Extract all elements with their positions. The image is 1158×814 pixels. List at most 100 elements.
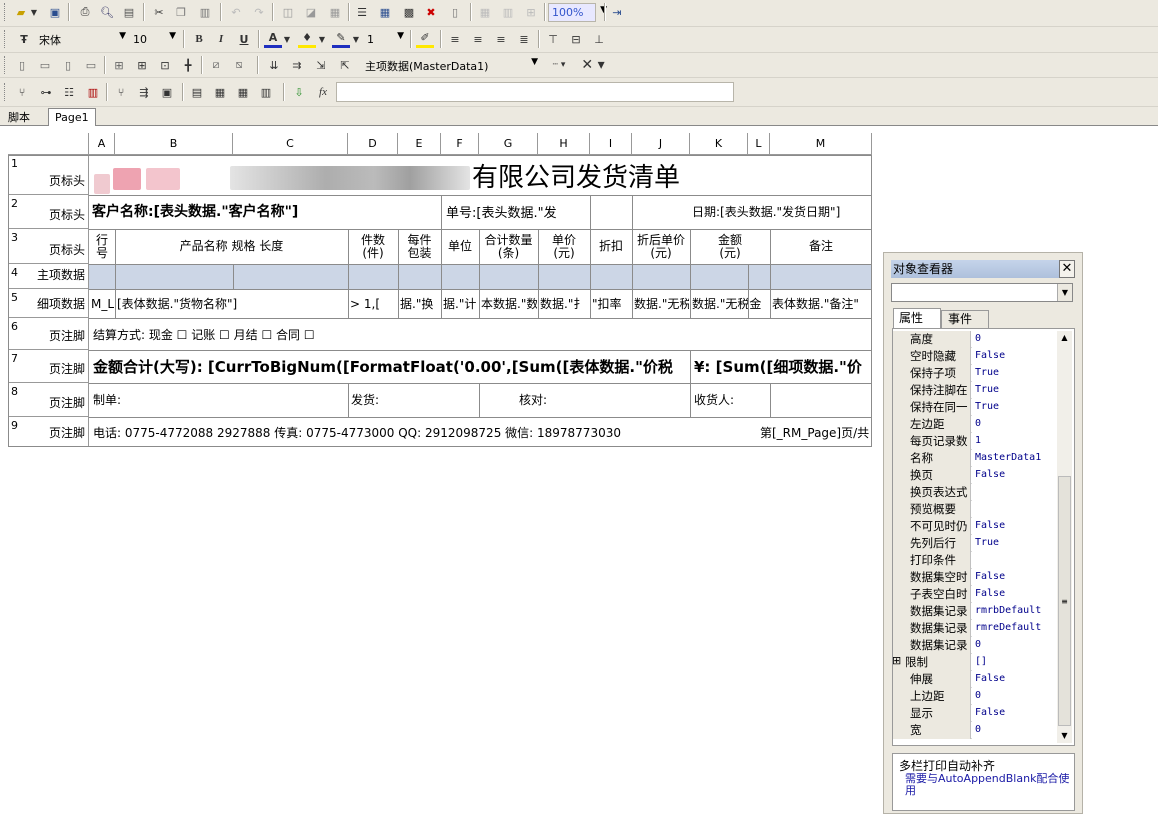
- property-value[interactable]: False: [972, 518, 1057, 535]
- property-row[interactable]: 预览概要: [893, 501, 1057, 518]
- column-header[interactable]: I: [590, 133, 632, 155]
- amount-big-field[interactable]: 金额合计(大写): [CurrToBigNum([FormatFloat('0.…: [93, 350, 690, 382]
- property-row[interactable]: 伸展 False: [893, 671, 1057, 688]
- tool-band-icon[interactable]: ⑂: [13, 83, 31, 101]
- property-value[interactable]: 0: [972, 416, 1057, 433]
- tool-subreport-icon[interactable]: ▥: [257, 83, 275, 101]
- expression-input[interactable]: [336, 82, 734, 102]
- fill-color-icon[interactable]: ♦: [298, 30, 316, 48]
- property-value[interactable]: [972, 501, 1057, 518]
- checker-field[interactable]: 核对:: [519, 383, 679, 416]
- align-left-icon[interactable]: ≡: [446, 30, 464, 48]
- property-value[interactable]: 0: [972, 637, 1057, 654]
- column-header[interactable]: H: [538, 133, 590, 155]
- chevron-down-icon[interactable]: ▼: [318, 30, 326, 48]
- chevron-down-icon[interactable]: ▼: [531, 57, 538, 67]
- property-value[interactable]: True: [972, 399, 1057, 416]
- row-header[interactable]: 3 页标头: [8, 229, 89, 264]
- property-value[interactable]: 0: [972, 722, 1057, 739]
- chevron-down-icon[interactable]: ▼: [283, 30, 291, 48]
- column-header[interactable]: E: [398, 133, 441, 155]
- property-row[interactable]: 上边距 0: [893, 688, 1057, 705]
- new-page-icon[interactable]: ▯: [446, 3, 464, 21]
- row-header[interactable]: 1 页标头: [8, 155, 89, 195]
- zoom-combo[interactable]: 100% ▼: [548, 3, 607, 22]
- object-select[interactable]: ▼: [891, 283, 1073, 302]
- font-color-icon[interactable]: A: [264, 30, 282, 48]
- align-grid-icon[interactable]: ▥: [499, 3, 517, 21]
- row-header[interactable]: 2 页标头: [8, 195, 89, 229]
- tool-list-icon[interactable]: ☷: [60, 83, 78, 101]
- frame-inner-icon[interactable]: ╋: [179, 56, 197, 74]
- cut-icon[interactable]: ✂: [150, 3, 168, 21]
- property-row[interactable]: 空时隐藏 False: [893, 348, 1057, 365]
- chevron-down-icon[interactable]: ▼: [352, 30, 360, 48]
- chevron-down-icon[interactable]: ▼: [1057, 284, 1072, 301]
- property-value[interactable]: True: [972, 535, 1057, 552]
- row-header[interactable]: 8 页注脚: [8, 383, 89, 417]
- tool-field-icon[interactable]: ⊶: [37, 83, 55, 101]
- paste-icon[interactable]: ▥: [196, 3, 214, 21]
- property-value[interactable]: False: [972, 705, 1057, 722]
- header-discount[interactable]: 折扣: [590, 229, 632, 264]
- detail-cell[interactable]: 数据."无税金: [692, 289, 769, 318]
- print-icon[interactable]: ⎙: [76, 3, 94, 21]
- property-row[interactable]: 不可见时仍 False: [893, 518, 1057, 535]
- delete-icon[interactable]: ✖: [422, 3, 440, 21]
- property-row[interactable]: 名称 MasterData1: [893, 450, 1057, 467]
- diagonal-icon[interactable]: ⧄: [207, 56, 225, 74]
- page-setup-icon[interactable]: ▤: [120, 3, 138, 21]
- save-icon[interactable]: ▣: [46, 3, 64, 21]
- header-net-price[interactable]: 折后单价 (元): [632, 229, 690, 264]
- report-title[interactable]: 有限公司发货清单: [472, 156, 772, 194]
- property-row[interactable]: 数据集空时 False: [893, 569, 1057, 586]
- property-row[interactable]: 数据集记录 rmrbDefault: [893, 603, 1057, 620]
- tool-table-icon[interactable]: ▦: [211, 83, 229, 101]
- property-value[interactable]: False: [972, 467, 1057, 484]
- page-number-field[interactable]: 第[_RM_Page]页/共: [760, 417, 872, 447]
- property-value[interactable]: rmrbDefault: [972, 603, 1057, 620]
- highlight-icon[interactable]: ✐: [416, 30, 434, 48]
- detail-cell[interactable]: [表体数据."货物名称"]: [117, 289, 347, 318]
- tool-calc-icon[interactable]: ▤: [188, 83, 206, 101]
- property-row[interactable]: 左边距 0: [893, 416, 1057, 433]
- scroll-thumb[interactable]: ≡: [1058, 476, 1071, 726]
- expand-icon[interactable]: ⊞: [892, 654, 901, 667]
- chevron-down-icon[interactable]: ▼: [397, 31, 404, 41]
- property-value[interactable]: 0: [972, 331, 1057, 348]
- insert-table-icon[interactable]: ▦: [376, 3, 394, 21]
- open-dropdown-icon[interactable]: ▼: [30, 3, 38, 21]
- select-all-icon[interactable]: ▦: [326, 3, 344, 21]
- tool-chart-icon[interactable]: ▦: [234, 83, 252, 101]
- date-field[interactable]: 日期:[表头数据."发货日期"]: [692, 196, 870, 226]
- property-row[interactable]: 显示 False: [893, 705, 1057, 722]
- insert-row-icon[interactable]: ⇲: [312, 56, 330, 74]
- receiver-field[interactable]: 收货人:: [694, 383, 770, 416]
- detail-cell[interactable]: 数据."无税: [634, 289, 689, 318]
- detail-cell[interactable]: "扣率: [592, 289, 631, 318]
- header-remark[interactable]: 备注: [770, 229, 872, 264]
- detail-cell[interactable]: M_Li: [91, 289, 114, 318]
- merge-cells-icon[interactable]: ⇊: [265, 56, 283, 74]
- tool-image-icon[interactable]: ▥: [84, 83, 102, 101]
- valign-middle-icon[interactable]: ⊟: [567, 30, 585, 48]
- frame-right-icon[interactable]: ▯: [59, 56, 77, 74]
- property-row[interactable]: 保持在同一 True: [893, 399, 1057, 416]
- property-value[interactable]: True: [972, 365, 1057, 382]
- toolbar-grip[interactable]: [4, 3, 7, 21]
- tool-group-icon[interactable]: ⑂: [112, 83, 130, 101]
- align-justify-icon[interactable]: ≣: [515, 30, 533, 48]
- column-header[interactable]: J: [632, 133, 690, 155]
- grid-icon[interactable]: ▦: [476, 3, 494, 21]
- chevron-down-icon[interactable]: ▼: [119, 31, 126, 41]
- column-header[interactable]: C: [233, 133, 348, 155]
- row-header[interactable]: 9 页注脚: [8, 417, 89, 447]
- chevron-down-icon[interactable]: ▼: [1057, 729, 1072, 743]
- tool-frame-icon[interactable]: ▣: [158, 83, 176, 101]
- detail-cell[interactable]: 数据."扌: [540, 289, 589, 318]
- close-icon[interactable]: ✕: [1059, 260, 1075, 278]
- line-color-icon[interactable]: ✎: [332, 30, 350, 48]
- maker-field[interactable]: 制单:: [93, 383, 293, 416]
- fx-icon[interactable]: fx: [314, 83, 332, 101]
- property-value[interactable]: False: [972, 586, 1057, 603]
